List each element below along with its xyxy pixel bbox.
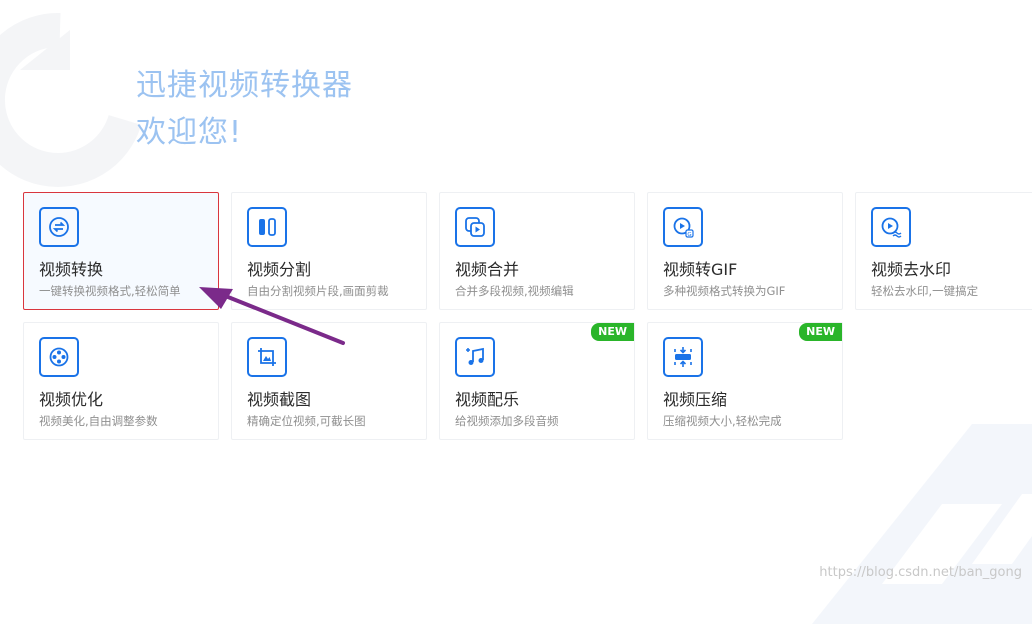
music-note-icon (455, 337, 495, 377)
convert-icon (39, 207, 79, 247)
tool-desc: 给视频添加多段音频 (455, 414, 559, 428)
tool-name: 视频压缩 (663, 390, 728, 409)
gif-icon: G (663, 207, 703, 247)
compress-icon (663, 337, 703, 377)
tool-name: 视频配乐 (455, 390, 520, 409)
tool-name: 视频分割 (247, 260, 312, 279)
tool-card-video-merge[interactable]: 视频合并 合并多段视频,视频编辑 (439, 192, 635, 310)
new-badge: NEW (799, 323, 842, 341)
tool-desc: 精确定位视频,可截长图 (247, 414, 366, 428)
tool-name: 视频去水印 (871, 260, 952, 279)
blog-watermark: https://blog.csdn.net/ban_gong (819, 565, 1022, 580)
tool-desc: 一键转换视频格式,轻松简单 (39, 284, 181, 298)
tool-desc: 多种视频格式转换为GIF (663, 284, 786, 298)
new-badge: NEW (591, 323, 634, 341)
tool-card-video-music[interactable]: NEW 视频配乐 给视频添加多段音频 (439, 322, 635, 440)
welcome-text: 欢迎您! (136, 115, 243, 150)
tool-card-video-optimize[interactable]: 视频优化 视频美化,自由调整参数 (23, 322, 219, 440)
tool-card-video-to-gif[interactable]: G 视频转GIF 多种视频格式转换为GIF (647, 192, 843, 310)
tool-desc: 合并多段视频,视频编辑 (455, 284, 574, 298)
app-title: 迅捷视频转换器 (136, 68, 353, 103)
tool-desc: 视频美化,自由调整参数 (39, 414, 158, 428)
tool-card-video-compress[interactable]: NEW 视频压缩 压缩视频大小,轻松完成 (647, 322, 843, 440)
tool-name: 视频转换 (39, 260, 104, 279)
tool-desc: 轻松去水印,一键搞定 (871, 284, 979, 298)
tool-name: 视频截图 (247, 390, 312, 409)
film-reel-icon (39, 337, 79, 377)
split-icon (247, 207, 287, 247)
svg-text:G: G (687, 232, 691, 238)
tool-name: 视频合并 (455, 260, 520, 279)
tool-name: 视频优化 (39, 390, 104, 409)
tool-card-video-remove-watermark[interactable]: 视频去水印 轻松去水印,一键搞定 (855, 192, 1032, 310)
tool-name: 视频转GIF (663, 260, 738, 279)
merge-icon (455, 207, 495, 247)
watermark-icon (871, 207, 911, 247)
tool-card-video-convert[interactable]: 视频转换 一键转换视频格式,轻松简单 (23, 192, 219, 310)
annotation-arrow-icon (199, 287, 345, 345)
tool-desc: 压缩视频大小,轻松完成 (663, 414, 782, 428)
